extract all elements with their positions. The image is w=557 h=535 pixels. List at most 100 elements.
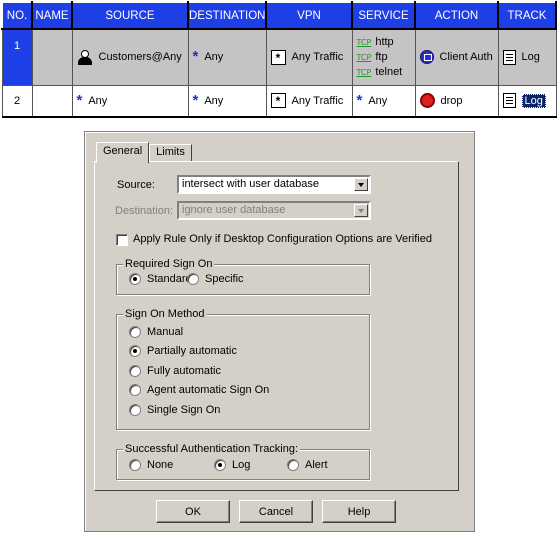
radio-button[interactable] — [214, 459, 226, 471]
radio-manual[interactable]: Manual — [129, 326, 183, 338]
destination-label: Destination: — [115, 205, 174, 217]
radio-alert[interactable]: Alert — [287, 459, 328, 471]
header-no[interactable]: NO. — [1, 1, 33, 30]
destination-select-value: ignore user database — [182, 204, 286, 216]
header-source[interactable]: SOURCE — [71, 1, 189, 30]
general-tab-panel: Source: intersect with user database Des… — [94, 161, 459, 491]
source-select[interactable]: intersect with user database — [177, 175, 371, 194]
service-cell[interactable]: * Any — [351, 84, 416, 118]
radio-button[interactable] — [287, 459, 299, 471]
source-cell[interactable]: * Any — [71, 84, 189, 118]
apply-rule-label: Apply Rule Only if Desktop Configuration… — [133, 233, 432, 245]
header-destination[interactable]: DESTINATION — [187, 1, 267, 30]
destination-value: Any — [204, 94, 224, 107]
track-value: Log — [521, 93, 546, 108]
radio-label: Single Sign On — [147, 404, 221, 416]
source-label: Source: — [117, 179, 155, 191]
table-row[interactable]: 1 Customers@Any * Any * Any Traffic TCP htt… — [1, 28, 557, 86]
required-sign-on-group: Required Sign On Standard Specific — [116, 258, 370, 295]
radio-label: Alert — [305, 459, 328, 471]
radio-specific[interactable]: Specific — [187, 273, 244, 285]
any-star-icon: * — [76, 91, 83, 109]
rule-name[interactable] — [31, 84, 73, 118]
radio-log[interactable]: Log — [214, 459, 250, 471]
radio-partially-automatic[interactable]: Partially automatic — [129, 345, 237, 357]
rule-number[interactable]: 1 — [1, 28, 33, 86]
track-value: Log — [521, 51, 540, 64]
radio-label: Standard — [147, 273, 192, 285]
destination-cell[interactable]: * Any — [187, 84, 267, 118]
destination-select[interactable]: ignore user database — [177, 201, 371, 220]
vpn-cell[interactable]: * Any Traffic — [265, 84, 353, 118]
any-star-icon: * — [356, 91, 363, 109]
vpn-cell[interactable]: * Any Traffic — [265, 28, 353, 86]
rule-name[interactable] — [31, 28, 73, 86]
radio-button[interactable] — [129, 384, 141, 396]
source-value: Customers@Any — [98, 51, 182, 64]
vpn-any-icon: * — [270, 49, 286, 65]
client-auth-icon — [419, 50, 434, 65]
radio-button[interactable] — [129, 345, 141, 357]
radio-agent-automatic[interactable]: Agent automatic Sign On — [129, 384, 269, 396]
radio-button[interactable] — [129, 273, 141, 285]
tab-bar: General Limits — [96, 142, 192, 163]
source-cell[interactable]: Customers@Any — [71, 28, 189, 86]
rule-number[interactable]: 2 — [1, 84, 33, 118]
header-name[interactable]: NAME — [31, 1, 73, 30]
tcp-icon: TCP — [356, 52, 372, 62]
radio-button[interactable] — [129, 404, 141, 416]
radio-fully-automatic[interactable]: Fully automatic — [129, 365, 221, 377]
action-cell[interactable]: Client Auth — [414, 28, 499, 86]
header-track[interactable]: TRACK — [497, 1, 557, 30]
source-select-value: intersect with user database — [182, 178, 319, 190]
sign-on-method-group: Sign On Method Manual Partially automati… — [116, 308, 370, 430]
service-item: TCP ftp — [357, 51, 411, 63]
radio-label: Agent automatic Sign On — [147, 384, 270, 396]
group-title: Required Sign On — [123, 258, 215, 270]
action-cell[interactable]: drop — [414, 84, 499, 118]
radio-button[interactable] — [187, 273, 199, 285]
tcp-icon: TCP — [356, 37, 372, 47]
authentication-properties-dialog: General Limits Source: intersect with us… — [84, 131, 475, 532]
any-star-icon: * — [192, 48, 199, 66]
header-action[interactable]: ACTION — [414, 1, 499, 30]
radio-label: Log — [232, 459, 251, 471]
ok-button[interactable]: OK — [156, 500, 230, 523]
radio-button[interactable] — [129, 365, 141, 377]
log-icon — [502, 93, 516, 109]
any-star-icon: * — [192, 91, 199, 109]
radio-label: None — [147, 459, 174, 471]
header-vpn[interactable]: VPN — [265, 1, 353, 30]
track-cell[interactable]: Log — [497, 84, 557, 118]
chevron-down-icon[interactable] — [354, 178, 368, 191]
action-value: drop — [440, 94, 463, 107]
radio-single-sign-on[interactable]: Single Sign On — [129, 404, 220, 416]
radio-standard[interactable]: Standard — [129, 273, 192, 285]
header-service[interactable]: SERVICE — [351, 1, 416, 30]
radio-label: Fully automatic — [147, 365, 221, 377]
vpn-value: Any Traffic — [291, 51, 344, 64]
tab-general[interactable]: General — [96, 142, 150, 163]
chevron-down-icon[interactable] — [354, 204, 368, 217]
vpn-value: Any Traffic — [291, 94, 344, 107]
apply-rule-checkbox[interactable] — [116, 234, 128, 246]
cancel-button[interactable]: Cancel — [239, 500, 313, 523]
table-row[interactable]: 2 * Any * Any * Any Traffic * Any drop Log — [1, 84, 557, 118]
user-group-icon — [77, 50, 93, 66]
source-value: Any — [88, 94, 108, 107]
radio-button[interactable] — [129, 326, 141, 338]
rule-table: NO. NAME SOURCE DESTINATION VPN SERVICE … — [1, 1, 557, 118]
tcp-icon: TCP — [356, 67, 372, 77]
service-cell[interactable]: TCP http TCP ftp TCP telnet — [351, 28, 416, 86]
radio-none[interactable]: None — [129, 459, 173, 471]
track-cell[interactable]: Log — [497, 28, 557, 86]
auth-tracking-group: Successful Authentication Tracking: None… — [116, 443, 370, 480]
group-title: Sign On Method — [123, 308, 207, 320]
destination-cell[interactable]: * Any — [187, 28, 267, 86]
service-item: TCP http — [357, 36, 411, 48]
group-title: Successful Authentication Tracking: — [123, 443, 301, 455]
radio-button[interactable] — [129, 459, 141, 471]
service-name: ftp — [375, 51, 388, 64]
help-button[interactable]: Help — [322, 500, 396, 523]
tab-limits[interactable]: Limits — [149, 144, 192, 162]
